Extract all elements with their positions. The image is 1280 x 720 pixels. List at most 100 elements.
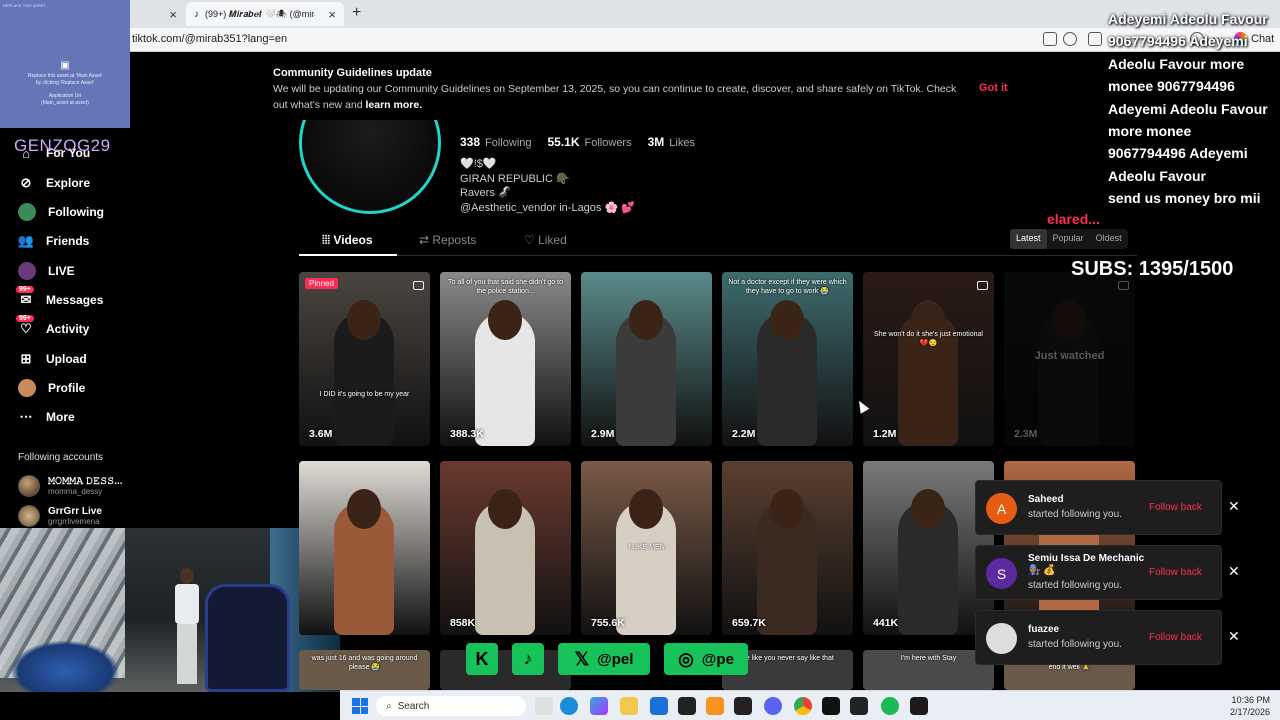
learn-more-link[interactable]: learn more.	[366, 99, 423, 111]
sidebar-item-explore[interactable]: ⊘ Explore	[18, 172, 90, 194]
view-count: 441K	[873, 617, 899, 629]
repost-icon: ⇄	[419, 233, 433, 247]
video-card[interactable]: She won't do it she's just emotional 💔😒 1…	[863, 272, 994, 446]
stream-watermark: GENZOG29	[14, 136, 111, 155]
sidebar-item-profile[interactable]: Profile	[18, 377, 85, 399]
profile-bio: 🤍!$🤍 GIRAN REPUBLIC 🪖 Ravers 🦨 @Aestheti…	[460, 157, 635, 215]
sidebar-item-more[interactable]: ⋯ More	[18, 406, 75, 428]
capcut-icon[interactable]	[822, 697, 840, 715]
spotify-icon[interactable]	[881, 697, 899, 715]
avatar	[18, 505, 40, 527]
chat-line: Adeyemi Adeolu Favour	[1108, 11, 1268, 27]
windows-taskbar: ⌕ Search 10:36 PM 2/17/2026	[340, 690, 1280, 720]
view-count: 858K	[450, 617, 476, 629]
bio-line: 🤍!$🤍	[460, 158, 497, 170]
video-card[interactable]: Just watched 2.3M	[1004, 272, 1135, 446]
task-view-icon[interactable]	[535, 697, 553, 715]
close-icon[interactable]: ✕	[1228, 563, 1240, 580]
close-icon[interactable]: ✕	[1228, 498, 1240, 515]
sidebar-item-label: Following	[48, 205, 104, 219]
video-card[interactable]: 2.9M	[581, 272, 712, 446]
app-icon[interactable]	[1043, 32, 1057, 46]
likes-count: 3M	[647, 135, 665, 149]
grid-icon: ⦙⦙⦙	[322, 233, 334, 247]
tab-close-icon[interactable]: ×	[169, 7, 177, 22]
video-caption: I DID it's going to be my year	[319, 391, 410, 398]
video-card[interactable]: To all of you that said she didn't go to…	[440, 272, 571, 446]
sidebar-item-following[interactable]: Following	[18, 201, 104, 223]
account-handle: momma_dessy	[48, 487, 103, 496]
sort-latest[interactable]: Latest	[1010, 229, 1047, 249]
photo-post-icon	[1118, 281, 1129, 290]
follow-back-button[interactable]: Follow back	[1149, 567, 1202, 578]
got-it-button[interactable]: Got it	[979, 82, 1008, 94]
upload-icon: ⊞	[20, 351, 32, 366]
active-tab-indicator	[299, 254, 397, 256]
video-card[interactable]: was just 16 and was going around please …	[299, 650, 430, 690]
video-card[interactable]	[440, 650, 571, 690]
follow-back-button[interactable]: Follow back	[1149, 502, 1202, 513]
view-count: 755.6K	[591, 617, 625, 629]
following-account[interactable]: 𝙼𝙾𝙼𝙼𝙰 𝙳𝙴𝚂𝚂... momma_dessy	[18, 475, 123, 497]
x-icon: 𝕏	[574, 648, 590, 669]
tab-liked[interactable]: ♡ Liked	[524, 233, 567, 247]
streamer	[172, 568, 202, 688]
follow-back-button[interactable]: Follow back	[1149, 632, 1202, 643]
edge-icon[interactable]	[560, 697, 578, 715]
asset-text: Application Url	[48, 93, 82, 99]
kick-badge: K	[466, 643, 498, 675]
bio-line[interactable]: @Aesthetic_vendor in-Lagos 🌸 💕	[460, 201, 635, 216]
clothes-pile	[10, 640, 120, 692]
browser-tab-active[interactable]: ♪ (99+) 𝑴𝒊𝒓𝒂𝒃𝒆𝒕 🤍🕷 (@mirab351 ×	[186, 2, 344, 26]
video-card[interactable]: Pinned I DID it's going to be my year 3.6M	[299, 272, 430, 446]
video-card[interactable]	[299, 461, 430, 635]
notification-name: fuazee	[1028, 624, 1060, 635]
sidebar-item-messages[interactable]: ✉ 99+ Messages	[16, 286, 103, 311]
sidebar-item-upload[interactable]: ⊞ Upload	[18, 348, 87, 370]
sort-popular[interactable]: Popular	[1047, 229, 1090, 249]
clock-date: 2/17/2026	[1229, 707, 1270, 717]
tab-videos[interactable]: ⦙⦙⦙ Videos	[322, 233, 373, 248]
followers-label: Followers	[584, 137, 632, 149]
x-handle-badge: 𝕏 @pel	[558, 643, 650, 675]
tab-label: Reposts	[432, 233, 477, 247]
video-card[interactable]: Not a doctor except if they were which t…	[722, 272, 853, 446]
url-field[interactable]: tiktok.com/@mirab351?lang=en	[132, 33, 287, 45]
notification-text: started following you.	[1028, 639, 1122, 650]
chrome-icon[interactable]	[794, 697, 812, 715]
vlc-icon[interactable]	[706, 697, 724, 715]
windows-start-icon[interactable]	[352, 698, 368, 714]
favorite-icon[interactable]	[1063, 32, 1077, 46]
video-card[interactable]: 659.7K	[722, 461, 853, 635]
sidebar-item-live[interactable]: LIVE	[18, 260, 75, 282]
discord-icon[interactable]	[764, 697, 782, 715]
file-explorer-icon[interactable]	[620, 697, 638, 715]
sort-oldest[interactable]: Oldest	[1090, 229, 1128, 249]
app-icon[interactable]	[850, 697, 868, 715]
app-icon[interactable]	[678, 697, 696, 715]
terminal-icon[interactable]	[734, 697, 752, 715]
new-tab-button[interactable]: +	[352, 4, 361, 22]
sidebar-item-friends[interactable]: 👥 Friends	[18, 230, 89, 252]
video-card[interactable]: I LIKE MEN 755.6K	[581, 461, 712, 635]
tab-reposts[interactable]: ⇄ Reposts	[419, 233, 476, 247]
tab-close-icon[interactable]: ×	[328, 7, 336, 22]
sidebar-item-activity[interactable]: ♡ 99+ Activity	[16, 315, 89, 340]
extensions-icon[interactable]	[1088, 32, 1102, 46]
webcam-feed	[0, 528, 340, 692]
outlook-icon[interactable]	[650, 697, 668, 715]
browser-tab[interactable]: ×	[130, 2, 185, 26]
sort-control: Latest Popular Oldest	[1010, 229, 1128, 249]
following-stat[interactable]: 338 Following	[460, 133, 532, 151]
copilot-icon[interactable]	[590, 697, 608, 715]
taskbar-search[interactable]: ⌕ Search	[376, 696, 526, 716]
following-account[interactable]: GrrGrr Live grrgrrlivemena	[18, 505, 102, 527]
close-icon[interactable]: ✕	[1228, 628, 1240, 645]
thumbnail-face	[770, 489, 804, 529]
subs-counter: SUBS: 1395/1500	[1071, 258, 1234, 280]
followers-stat[interactable]: 55.1K Followers	[548, 133, 632, 151]
avatar: S	[986, 558, 1017, 589]
taskbar-clock[interactable]: 10:36 PM 2/17/2026	[1200, 694, 1270, 718]
video-card[interactable]: 858K	[440, 461, 571, 635]
app-icon[interactable]	[910, 697, 928, 715]
